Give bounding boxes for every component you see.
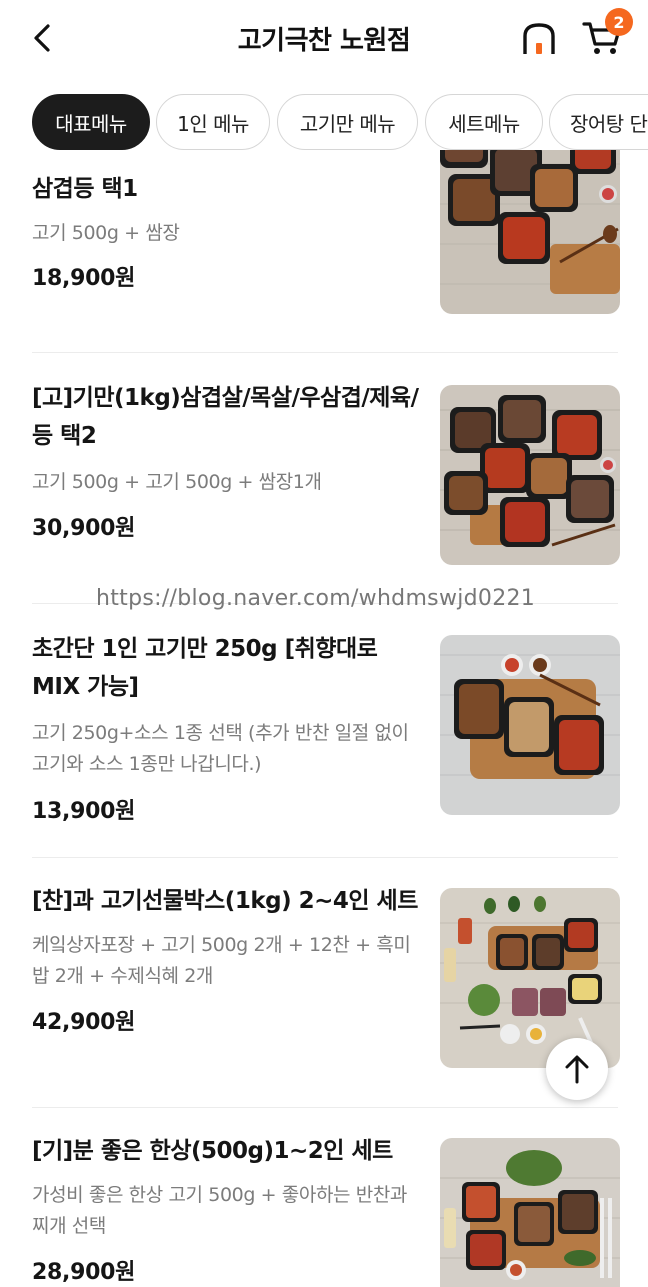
menu-item-price: 28,900원 (32, 1260, 136, 1285)
menu-item-name: [고]기만(1kg)삼겹살/목살/우삼겹/제육/등 택2 (32, 385, 419, 449)
app-header: 고기극찬 노원점 2 (0, 0, 648, 78)
menu-item-photo (440, 1138, 620, 1287)
watermark-url: https://blog.naver.com/whdmswjd0221 (96, 586, 536, 611)
menu-item-photo (440, 385, 620, 565)
menu-item-description: 고기 500g + 고기 500g + 쌈장1개 (32, 471, 322, 493)
menu-item-photo (440, 888, 620, 1068)
menu-item-description: 고기 500g + 쌈장 (32, 222, 180, 244)
menu-item-price: 30,900원 (32, 516, 136, 541)
category-tabs: 대표메뉴 1인 메뉴 고기만 메뉴 세트메뉴 장어탕 단 (0, 94, 648, 150)
menu-item-photo (440, 635, 620, 815)
menu-item-name: 초간단 1인 고기만 250g [취향대로 MIX 가능] (32, 636, 378, 700)
back-button[interactable] (22, 18, 62, 58)
menu-list: 삼겹등 택1 고기 500g + 쌈장 18,900원 [고]기만(1kg)삼겹… (0, 150, 648, 1287)
arrow-up-icon (565, 1055, 589, 1084)
menu-item-description: 가성비 좋은 한상 고기 500g + 좋아하는 반찬과 찌개 선택 (32, 1184, 408, 1237)
menu-item[interactable]: 삼겹등 택1 고기 500g + 쌈장 18,900원 (0, 150, 648, 352)
menu-item-price: 18,900원 (32, 266, 136, 291)
cart-count-badge: 2 (605, 8, 633, 36)
menu-item[interactable]: [기]분 좋은 한상(500g)1~2인 세트 가성비 좋은 한상 고기 500… (0, 1108, 648, 1287)
tab-meat-only-menu[interactable]: 고기만 메뉴 (277, 94, 418, 150)
chevron-left-icon (34, 24, 50, 52)
scroll-to-top-button[interactable] (546, 1038, 608, 1100)
tab-set-menu[interactable]: 세트메뉴 (425, 94, 543, 150)
menu-item[interactable]: [고]기만(1kg)삼겹살/목살/우삼겹/제육/등 택2 고기 500g + 고… (0, 353, 648, 603)
menu-item-description: 고기 250g+소스 1종 선택 (추가 반찬 일절 없이 고기와 소스 1종만… (32, 722, 409, 775)
tab-representative-menu[interactable]: 대표메뉴 (32, 94, 150, 150)
tab-single-menu[interactable]: 1인 메뉴 (156, 94, 270, 150)
tab-eel-soup[interactable]: 장어탕 단 (549, 94, 648, 150)
home-button[interactable] (518, 18, 560, 60)
menu-item-price: 13,900원 (32, 799, 136, 824)
home-icon (523, 23, 555, 54)
menu-item-name: [찬]과 고기선물박스(1kg) 2~4인 세트 (32, 888, 418, 914)
menu-item-price: 42,900원 (32, 1010, 136, 1035)
menu-item[interactable]: 초간단 1인 고기만 250g [취향대로 MIX 가능] 고기 250g+소스… (0, 604, 648, 857)
menu-item-description: 케잌상자포장 + 고기 500g 2개 + 12찬 + 흑미밥 2개 + 수제식… (32, 934, 411, 987)
menu-item-name: 삼겹등 택1 (32, 176, 138, 202)
menu-item-photo (440, 150, 620, 314)
menu-item-name: [기]분 좋은 한상(500g)1~2인 세트 (32, 1138, 393, 1164)
